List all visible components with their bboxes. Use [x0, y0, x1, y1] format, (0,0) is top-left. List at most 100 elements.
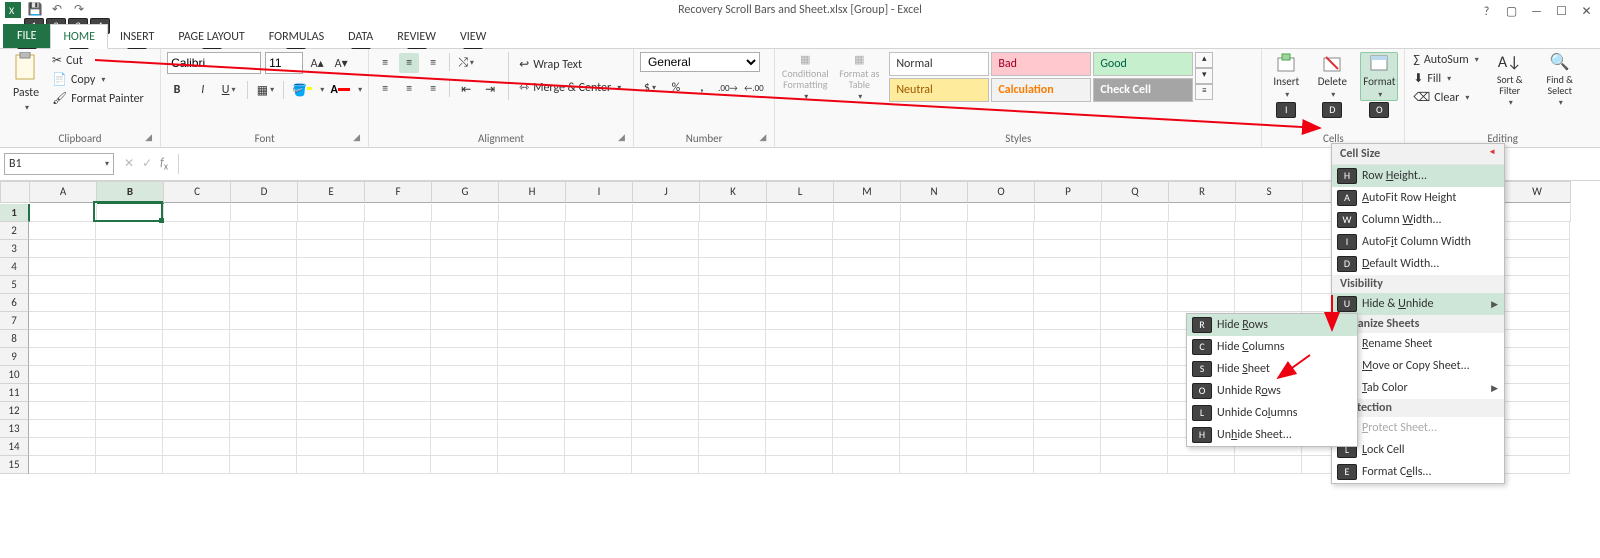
- tab-home[interactable]: HOMEH: [50, 24, 108, 49]
- cell[interactable]: [1034, 294, 1101, 312]
- cell[interactable]: [431, 276, 498, 294]
- font-name-combo[interactable]: [167, 52, 261, 74]
- cell[interactable]: [96, 222, 163, 240]
- merge-center-button[interactable]: ⇿Merge & Center▾: [517, 79, 623, 96]
- cell[interactable]: [1235, 456, 1302, 474]
- cell[interactable]: [29, 240, 96, 258]
- cell[interactable]: [297, 240, 364, 258]
- cell[interactable]: [967, 366, 1034, 384]
- cell[interactable]: [96, 330, 163, 348]
- menu-autofit-row-height[interactable]: AAutoFit Row Height: [1332, 187, 1504, 209]
- cell[interactable]: [766, 366, 833, 384]
- column-header-O[interactable]: O: [968, 181, 1035, 203]
- cell[interactable]: [767, 204, 834, 222]
- column-header-I[interactable]: I: [566, 181, 633, 203]
- cell[interactable]: [230, 420, 297, 438]
- orientation-icon[interactable]: ⤭▾: [456, 53, 476, 73]
- cell[interactable]: [766, 384, 833, 402]
- cell[interactable]: [431, 312, 498, 330]
- tab-formulas[interactable]: FORMULASM: [257, 25, 336, 48]
- delete-cells-button[interactable]: Delete▾ D: [1314, 52, 1350, 101]
- cell[interactable]: [1101, 294, 1168, 312]
- cell[interactable]: [498, 330, 565, 348]
- cell[interactable]: [766, 276, 833, 294]
- cell[interactable]: [699, 240, 766, 258]
- cell[interactable]: [699, 276, 766, 294]
- row-header-12[interactable]: 12: [0, 402, 29, 420]
- increase-indent-icon[interactable]: ⇥: [480, 79, 500, 99]
- column-header-B[interactable]: B: [97, 181, 164, 204]
- cell[interactable]: [833, 438, 900, 456]
- cell[interactable]: [364, 384, 431, 402]
- cell[interactable]: [163, 456, 230, 474]
- enter-formula-icon[interactable]: ✓: [142, 156, 152, 172]
- increase-font-icon[interactable]: A▴: [307, 53, 327, 73]
- cell[interactable]: [699, 258, 766, 276]
- cell[interactable]: [1168, 294, 1235, 312]
- cell[interactable]: [297, 330, 364, 348]
- row-header-5[interactable]: 5: [0, 276, 29, 294]
- cell[interactable]: [699, 384, 766, 402]
- cell[interactable]: [1503, 222, 1570, 240]
- cell[interactable]: [29, 348, 96, 366]
- styles-more[interactable]: ≡: [1195, 84, 1213, 100]
- cell[interactable]: [97, 204, 164, 222]
- cell[interactable]: [1101, 348, 1168, 366]
- cell[interactable]: [431, 240, 498, 258]
- cell[interactable]: [900, 402, 967, 420]
- cell[interactable]: [163, 294, 230, 312]
- column-header-L[interactable]: L: [767, 181, 834, 203]
- font-color-button[interactable]: A: [330, 80, 350, 100]
- cell[interactable]: [364, 222, 431, 240]
- column-header-W[interactable]: W: [1504, 181, 1571, 203]
- style-normal[interactable]: Normal: [889, 52, 989, 76]
- cell[interactable]: [1503, 402, 1570, 420]
- cell[interactable]: [431, 420, 498, 438]
- menu-hide-sheet[interactable]: SHide Sheet: [1187, 358, 1357, 380]
- column-header-K[interactable]: K: [700, 181, 767, 203]
- menu-format-cells[interactable]: EFormat Cells...: [1332, 461, 1504, 483]
- cell[interactable]: [230, 384, 297, 402]
- column-header-Q[interactable]: Q: [1102, 181, 1169, 203]
- cell[interactable]: [565, 312, 632, 330]
- cell[interactable]: [230, 312, 297, 330]
- cell[interactable]: [364, 312, 431, 330]
- cancel-formula-icon[interactable]: ✕: [124, 156, 134, 172]
- cell[interactable]: [364, 276, 431, 294]
- wrap-text-button[interactable]: ↩Wrap Text: [517, 56, 623, 73]
- cell[interactable]: [431, 456, 498, 474]
- maximize-icon[interactable]: ☐: [1554, 2, 1569, 17]
- cell[interactable]: [900, 456, 967, 474]
- cell[interactable]: [431, 330, 498, 348]
- cell[interactable]: [766, 222, 833, 240]
- cell[interactable]: [900, 384, 967, 402]
- cell[interactable]: [766, 402, 833, 420]
- fx-icon[interactable]: fx: [160, 156, 168, 172]
- cell[interactable]: [1168, 258, 1235, 276]
- cell[interactable]: [900, 366, 967, 384]
- cell[interactable]: [364, 366, 431, 384]
- fill-button[interactable]: ⬇Fill▾: [1411, 70, 1480, 87]
- cell[interactable]: [364, 420, 431, 438]
- cell[interactable]: [230, 258, 297, 276]
- column-header-S[interactable]: S: [1236, 181, 1303, 203]
- cell[interactable]: [96, 276, 163, 294]
- cell[interactable]: [766, 294, 833, 312]
- cell[interactable]: [1034, 366, 1101, 384]
- cell[interactable]: [230, 456, 297, 474]
- column-header-D[interactable]: D: [231, 181, 298, 203]
- cell[interactable]: [1034, 348, 1101, 366]
- cell[interactable]: [1503, 258, 1570, 276]
- cell[interactable]: [766, 420, 833, 438]
- cell[interactable]: [29, 312, 96, 330]
- cell[interactable]: [699, 330, 766, 348]
- cell[interactable]: [632, 384, 699, 402]
- cell[interactable]: [967, 240, 1034, 258]
- cell[interactable]: [967, 222, 1034, 240]
- cell[interactable]: [230, 438, 297, 456]
- cell[interactable]: [297, 366, 364, 384]
- cell[interactable]: [1236, 204, 1303, 222]
- cell[interactable]: [163, 348, 230, 366]
- cell[interactable]: [1102, 204, 1169, 222]
- cell[interactable]: [163, 420, 230, 438]
